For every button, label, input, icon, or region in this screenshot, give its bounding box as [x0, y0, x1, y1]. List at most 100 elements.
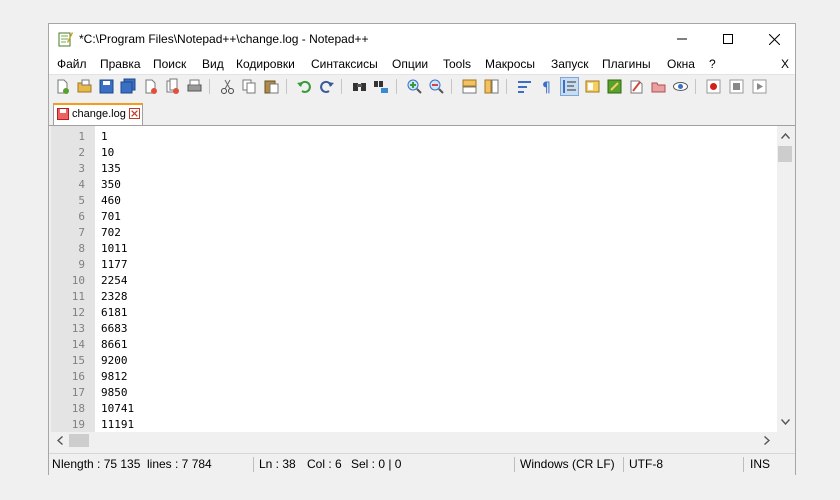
menu-tools[interactable]: Tools — [443, 57, 471, 71]
save-icon[interactable] — [98, 78, 115, 95]
close-file-icon[interactable] — [142, 78, 159, 95]
undo-icon[interactable] — [296, 78, 313, 95]
copy-icon[interactable] — [241, 78, 258, 95]
status-truncated-text: N — [52, 457, 60, 471]
tab-change-log[interactable]: change.log — [53, 103, 143, 125]
vertical-scrollbar[interactable] — [777, 126, 793, 432]
close-all-icon[interactable] — [164, 78, 181, 95]
status-divider — [514, 457, 515, 472]
close-button[interactable] — [751, 24, 797, 54]
title-bar[interactable]: *C:\Program Files\Notepad++\change.log -… — [49, 24, 795, 54]
sync-vertical-icon[interactable] — [461, 78, 478, 95]
function-list-icon[interactable] — [606, 78, 623, 95]
status-line-number: Ln : 38 — [259, 457, 296, 471]
status-lines: lines : 7 784 — [147, 457, 212, 471]
toolbar-separator — [209, 79, 210, 94]
line-number: 9 — [78, 258, 85, 271]
line-number: 11 — [71, 290, 85, 303]
text-editor[interactable]: 1 1 2 10 3 135 4 350 5 460 6 701 7 702 8… — [51, 126, 793, 432]
status-selection: Sel : 0 | 0 — [351, 457, 402, 471]
code-line: 9812 — [101, 370, 128, 383]
code-line: 702 — [101, 226, 121, 239]
menu-macro[interactable]: Макросы — [485, 57, 535, 71]
menu-view[interactable]: Вид — [202, 57, 224, 71]
line-number: 5 — [78, 194, 85, 207]
toolbar-separator — [506, 79, 507, 94]
menu-settings[interactable]: Опции — [392, 57, 428, 71]
save-all-icon[interactable] — [120, 78, 137, 95]
minimize-button[interactable] — [659, 24, 705, 54]
status-divider — [253, 457, 254, 472]
menu-language[interactable]: Синтаксисы — [311, 57, 378, 71]
vertical-scroll-thumb[interactable] — [778, 146, 792, 162]
status-insert-mode[interactable]: INS — [750, 454, 770, 475]
maximize-button[interactable] — [705, 24, 751, 54]
word-wrap-icon[interactable] — [516, 78, 533, 95]
menu-encoding[interactable]: Кодировки — [236, 57, 295, 71]
tab-label: change.log — [72, 108, 126, 120]
playback-macro-icon[interactable] — [751, 78, 768, 95]
zoom-in-icon[interactable] — [406, 78, 423, 95]
folder-icon[interactable] — [650, 78, 667, 95]
scroll-left-button[interactable] — [52, 432, 68, 449]
code-line: 9200 — [101, 354, 128, 367]
line-number: 12 — [71, 306, 85, 319]
chevron-right-icon — [764, 436, 770, 445]
record-macro-icon[interactable] — [705, 78, 722, 95]
status-eol-format[interactable]: Windows (CR LF) — [520, 454, 615, 475]
line-number: 19 — [71, 418, 85, 431]
close-document-button[interactable]: X — [781, 57, 789, 71]
horizontal-scroll-thumb[interactable] — [69, 434, 89, 447]
code-line: 11191 — [101, 418, 135, 431]
line-number: 15 — [71, 354, 85, 367]
chevron-left-icon — [57, 436, 63, 445]
status-bar: N length : 75 135 lines : 7 784 Ln : 38 … — [49, 453, 795, 475]
code-line: 10 — [101, 146, 115, 159]
status-column: Col : 6 — [307, 457, 342, 471]
menu-search[interactable]: Поиск — [153, 57, 186, 71]
scroll-up-button[interactable] — [777, 128, 793, 144]
folder-as-workspace-icon[interactable] — [628, 78, 645, 95]
code-line: 135 — [101, 162, 121, 175]
paste-icon[interactable] — [263, 78, 280, 95]
find-icon[interactable] — [351, 78, 368, 95]
menu-window[interactable]: Окна — [667, 57, 695, 71]
menu-help[interactable]: ? — [709, 57, 716, 71]
line-number: 6 — [78, 210, 85, 223]
menu-plugins[interactable]: Плагины — [602, 57, 651, 71]
menu-run[interactable]: Запуск — [551, 57, 589, 71]
tab-close-icon[interactable] — [129, 108, 140, 119]
indent-guide-icon[interactable] — [560, 77, 579, 96]
scroll-down-button[interactable] — [777, 414, 793, 430]
line-number: 8 — [78, 242, 85, 255]
stop-record-icon[interactable] — [728, 78, 745, 95]
close-icon — [768, 33, 780, 45]
code-line: 10741 — [101, 402, 135, 415]
show-all-chars-icon[interactable]: ¶ — [538, 78, 555, 95]
open-file-icon[interactable] — [76, 78, 93, 95]
new-file-icon[interactable] — [54, 78, 71, 95]
toolbar: ¶ — [49, 74, 795, 99]
maximize-icon — [723, 34, 733, 44]
notepadpp-window: *C:\Program Files\Notepad++\change.log -… — [48, 23, 796, 475]
code-line: 701 — [101, 210, 121, 223]
sync-horizontal-icon[interactable] — [483, 78, 500, 95]
doc-map-icon[interactable] — [584, 78, 601, 95]
zoom-out-icon[interactable] — [428, 78, 445, 95]
status-divider — [743, 457, 744, 472]
line-number: 18 — [71, 402, 85, 415]
status-encoding[interactable]: UTF-8 — [629, 454, 663, 475]
menu-edit[interactable]: Правка — [100, 57, 141, 71]
cut-icon[interactable] — [219, 78, 236, 95]
scroll-right-button[interactable] — [759, 432, 775, 449]
toolbar-separator — [451, 79, 452, 94]
notepadpp-app-icon — [58, 32, 73, 47]
monitoring-icon[interactable] — [672, 78, 689, 95]
line-number: 2 — [78, 146, 85, 159]
replace-icon[interactable] — [373, 78, 390, 95]
horizontal-scrollbar[interactable] — [51, 432, 793, 449]
line-number: 3 — [78, 162, 85, 175]
print-icon[interactable] — [186, 78, 203, 95]
redo-icon[interactable] — [318, 78, 335, 95]
menu-file[interactable]: Файл — [57, 57, 87, 71]
